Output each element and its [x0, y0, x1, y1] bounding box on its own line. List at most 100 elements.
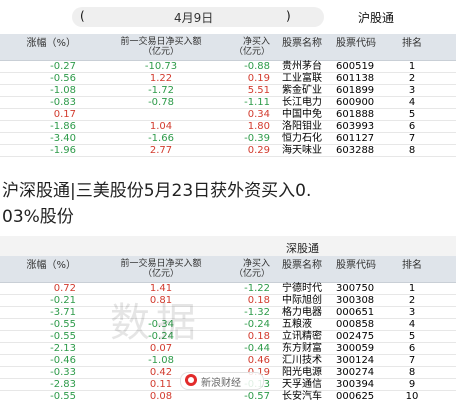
headline-block: 沪深股通|三美股份5月23日获外资买入0. 03%股份 [0, 170, 456, 236]
cell-prev: -1.08 [148, 355, 174, 366]
cell-prev: -0.34 [148, 319, 174, 330]
cell-code: 600900 [336, 97, 375, 108]
cell-net: -0.44 [244, 343, 270, 354]
cell-ratio: -0.55 [50, 319, 76, 330]
top-col-prev: 前一交易日净买入额 （亿元） [120, 37, 202, 57]
cell-code: 300059 [336, 343, 375, 354]
headline-line-2: 03%股份 [2, 207, 74, 227]
table-row: -3.71 -1.32 格力电器 000651 3 [0, 307, 456, 319]
cell-name: 东方财富 [282, 343, 322, 354]
table-row: -0.55 -0.34 -0.24 五粮液 000858 4 [0, 319, 456, 331]
bottom-subtitle-bar: 深股通 [0, 236, 456, 256]
brand-logo-icon [185, 374, 197, 386]
cell-rank: 9 [408, 379, 416, 390]
cell-net: 0.46 [247, 355, 270, 366]
cell-ratio: -3.40 [50, 133, 76, 144]
cell-name: 格力电器 [282, 307, 322, 318]
table-row: -0.27 -10.73 -0.88 贵州茅台 600519 1 [0, 61, 456, 73]
cell-name: 天孚通信 [282, 379, 322, 390]
table-row: -0.55 0.08 -0.57 长安汽车 000625 10 [0, 391, 456, 400]
cell-prev: -1.66 [148, 133, 174, 144]
cell-net: 0.34 [247, 109, 270, 120]
cell-rank: 4 [408, 97, 416, 108]
cell-ratio: -0.83 [50, 97, 76, 108]
table-row: -0.21 0.81 0.18 中际旭创 300308 2 [0, 295, 456, 307]
bottom-table-header: 涨幅（%） 前一交易日净买入额 （亿元） 净买入 （亿元） 股票名称 股票代码 … [0, 256, 456, 283]
cell-ratio: -1.86 [50, 121, 76, 132]
cell-prev: 1.41 [149, 283, 173, 294]
table-row: -0.55 -0.24 0.18 立讯精密 002475 5 [0, 331, 456, 343]
cell-rank: 10 [405, 391, 419, 400]
bottom-col-code: 股票代码 [336, 260, 376, 271]
table-row: -2.13 0.07 -0.44 东方财富 300059 6 [0, 343, 456, 355]
market-label: 沪股通 [358, 11, 395, 25]
cell-rank: 1 [408, 61, 416, 72]
table-row: -0.83 -0.78 -1.11 长江电力 600900 4 [0, 97, 456, 109]
cell-name: 海天味业 [282, 145, 322, 156]
cell-code: 300394 [336, 379, 375, 390]
cell-name: 长安汽车 [282, 391, 322, 400]
cell-ratio: -0.46 [50, 355, 76, 366]
table-row: -1.08 -1.72 5.51 紫金矿业 601899 3 [0, 85, 456, 97]
cell-code: 000625 [336, 391, 375, 400]
cell-code: 601888 [336, 109, 375, 120]
top-table-header: 涨幅（%） 前一交易日净买入额 （亿元） 净买入 （亿元） 股票名称 股票代码 … [0, 34, 456, 61]
cell-name: 宁德时代 [282, 283, 322, 294]
date-bracket-right: ) [286, 9, 291, 23]
bottom-subtitle: 深股通 [286, 242, 319, 255]
cell-code: 000651 [336, 307, 375, 318]
cell-code: 603288 [336, 145, 375, 156]
cell-ratio: -1.08 [50, 85, 76, 96]
bottom-col-rank: 排名 [402, 260, 422, 271]
cell-rank: 2 [408, 295, 416, 306]
cell-ratio: -0.27 [50, 61, 76, 72]
cell-name: 五粮液 [282, 319, 312, 330]
cell-name: 长江电力 [282, 97, 322, 108]
cell-ratio: 0.17 [53, 109, 76, 120]
cell-name: 恒力石化 [282, 133, 322, 144]
cell-prev: 1.22 [149, 73, 173, 84]
cell-prev: -0.78 [148, 97, 174, 108]
bottom-col-ratio: 涨幅（%） [26, 260, 76, 271]
top-col-name: 股票名称 [282, 38, 322, 49]
cell-net: 0.29 [247, 145, 270, 156]
cell-rank: 7 [408, 133, 416, 144]
cell-ratio: -0.55 [50, 391, 76, 400]
table-row: 0.17 0.34 中国中免 601888 5 [0, 109, 456, 121]
cell-ratio: -0.33 [50, 367, 76, 378]
cell-code: 603993 [336, 121, 375, 132]
cell-code: 000858 [336, 319, 375, 330]
cell-rank: 6 [408, 343, 416, 354]
table-row: -0.56 1.22 0.19 工业富联 601138 2 [0, 73, 456, 85]
brand-text: 新浪财经 [201, 378, 241, 389]
cell-net: -0.39 [244, 133, 270, 144]
cell-ratio: -3.71 [50, 307, 76, 318]
cell-net: -0.88 [244, 61, 270, 72]
cell-code: 300750 [336, 283, 375, 294]
cell-name: 贵州茅台 [282, 61, 322, 72]
cell-net: -0.24 [244, 319, 270, 330]
top-date-strip: ( 4月9日 ) 沪股通 [0, 0, 456, 34]
cell-prev: 0.81 [149, 295, 173, 306]
cell-rank: 5 [408, 109, 416, 120]
bottom-col-name: 股票名称 [282, 260, 322, 271]
top-col-rank: 排名 [402, 38, 422, 49]
cell-ratio: -0.21 [50, 295, 76, 306]
table-row: -3.40 -1.66 -0.39 恒力石化 601127 7 [0, 133, 456, 145]
cell-ratio: -1.96 [50, 145, 76, 156]
cell-name: 阳光电源 [282, 367, 322, 378]
brand-chip: 新浪财经 [180, 372, 264, 390]
date-label: 4月9日 [174, 11, 214, 25]
date-pill: ( 4月9日 ) 沪股通 [72, 7, 394, 27]
cell-ratio: 0.72 [53, 283, 76, 294]
cell-ratio: -0.55 [50, 331, 76, 342]
cell-code: 601138 [336, 73, 375, 84]
cell-net: -1.32 [244, 307, 270, 318]
cell-name: 洛阳钼业 [282, 121, 322, 132]
table-row: -1.96 2.77 0.29 海天味业 603288 8 [0, 145, 456, 157]
cell-prev: 2.77 [149, 145, 173, 156]
cell-prev: -0.24 [148, 331, 174, 342]
cell-net: 0.18 [247, 295, 270, 306]
cell-code: 601127 [336, 133, 375, 144]
top-col-code: 股票代码 [336, 38, 376, 49]
